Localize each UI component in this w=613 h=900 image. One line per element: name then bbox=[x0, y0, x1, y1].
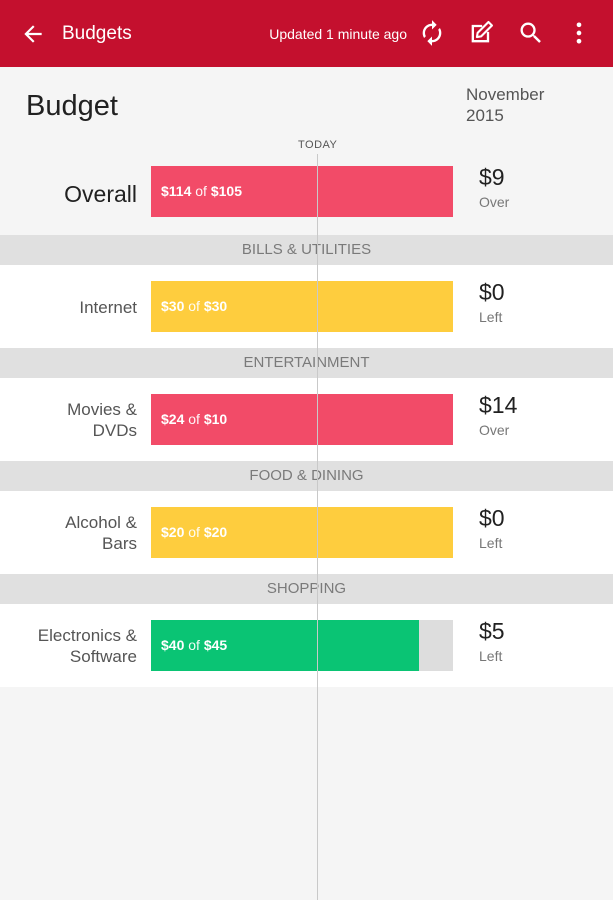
category-label-line: Internet bbox=[79, 298, 137, 317]
budget-bar-text: $24 of $10 bbox=[161, 410, 227, 428]
remaining-amount: $14 bbox=[479, 392, 518, 418]
of-text: of bbox=[188, 637, 200, 653]
category-label-line: Alcohol & bbox=[65, 513, 137, 532]
category-label: Movies & DVDs bbox=[67, 399, 137, 441]
budget-bar: $30 of $30 bbox=[151, 281, 453, 332]
search-icon[interactable] bbox=[517, 19, 545, 47]
budget-bar: $40 of $45 bbox=[151, 620, 453, 671]
section-header-entertainment: ENTERTAINMENT bbox=[0, 348, 613, 378]
budget-bar-text: $30 of $30 bbox=[161, 297, 227, 315]
budget-row-electronics-software[interactable]: Electronics & Software $40 of $45 $5 Lef… bbox=[0, 604, 613, 687]
spent-amount: $114 bbox=[161, 183, 192, 199]
section-header-food-dining: FOOD & DINING bbox=[0, 461, 613, 491]
period-month: November bbox=[466, 85, 545, 104]
spent-amount: $20 bbox=[161, 524, 185, 540]
remaining-status: Over bbox=[479, 422, 510, 438]
budget-bar: $20 of $20 bbox=[151, 507, 453, 558]
back-arrow-icon[interactable] bbox=[20, 21, 46, 47]
app-bar-title: Budgets bbox=[62, 23, 132, 44]
budget-amount: $105 bbox=[210, 183, 242, 199]
budget-amount: $10 bbox=[203, 411, 228, 427]
more-vert-icon[interactable] bbox=[565, 19, 593, 47]
remaining-amount: $9 bbox=[479, 164, 505, 190]
budget-row-alcohol-bars[interactable]: Alcohol & Bars $20 of $20 $0 Left bbox=[0, 491, 613, 574]
remaining-status: Over bbox=[479, 194, 510, 210]
budget-bar: $24 of $10 bbox=[151, 394, 453, 445]
overall-budget-row[interactable]: Overall $114 of $105 $9 Over bbox=[0, 150, 613, 233]
app-bar: Budgets Updated 1 minute ago bbox=[0, 0, 613, 67]
budget-amount: $20 bbox=[203, 524, 228, 540]
remaining-status: Left bbox=[479, 648, 503, 664]
category-label: Electronics & Software bbox=[38, 625, 137, 667]
category-label: Internet bbox=[79, 297, 137, 318]
budget-bar: $114 of $105 bbox=[151, 166, 453, 217]
page-title: Budget bbox=[26, 90, 118, 122]
of-text: of bbox=[195, 183, 207, 199]
budget-bar-text: $20 of $20 bbox=[161, 523, 227, 541]
category-label-line: DVDs bbox=[92, 421, 137, 440]
category-label-line: Movies & bbox=[67, 400, 137, 419]
budget-bar-text: $40 of $45 bbox=[161, 636, 227, 654]
budget-row-internet[interactable]: Internet $30 of $30 $0 Left bbox=[0, 265, 613, 348]
remaining-amount: $0 bbox=[479, 279, 505, 305]
budget-bar-text: $114 of $105 bbox=[161, 182, 242, 200]
remaining-amount: $0 bbox=[479, 505, 505, 531]
spent-amount: $24 bbox=[161, 411, 185, 427]
remaining-amount: $5 bbox=[479, 618, 505, 644]
of-text: of bbox=[188, 298, 200, 314]
refresh-icon[interactable] bbox=[418, 19, 446, 47]
last-updated-text: Updated 1 minute ago bbox=[269, 26, 407, 42]
overall-label: Overall bbox=[64, 181, 137, 207]
period-selector[interactable]: November 2015 bbox=[466, 84, 544, 126]
remaining-status: Left bbox=[479, 309, 503, 325]
period-year: 2015 bbox=[466, 106, 504, 125]
budget-amount: $30 bbox=[203, 298, 228, 314]
budget-row-movies-dvds[interactable]: Movies & DVDs $24 of $10 $14 Over bbox=[0, 378, 613, 461]
section-header-shopping: SHOPPING bbox=[0, 574, 613, 604]
spent-amount: $40 bbox=[161, 637, 185, 653]
category-label: Alcohol & Bars bbox=[65, 512, 137, 554]
category-label-line: Bars bbox=[102, 534, 137, 553]
of-text: of bbox=[188, 411, 200, 427]
category-label-line: Software bbox=[69, 647, 137, 666]
category-label-line: Electronics & bbox=[37, 626, 137, 645]
today-marker-line bbox=[317, 154, 318, 900]
spent-amount: $30 bbox=[161, 298, 185, 314]
budget-amount: $45 bbox=[203, 637, 228, 653]
of-text: of bbox=[188, 524, 200, 540]
section-header-bills-utilities: BILLS & UTILITIES bbox=[0, 235, 613, 265]
edit-icon[interactable] bbox=[467, 19, 495, 47]
remaining-status: Left bbox=[479, 535, 503, 551]
